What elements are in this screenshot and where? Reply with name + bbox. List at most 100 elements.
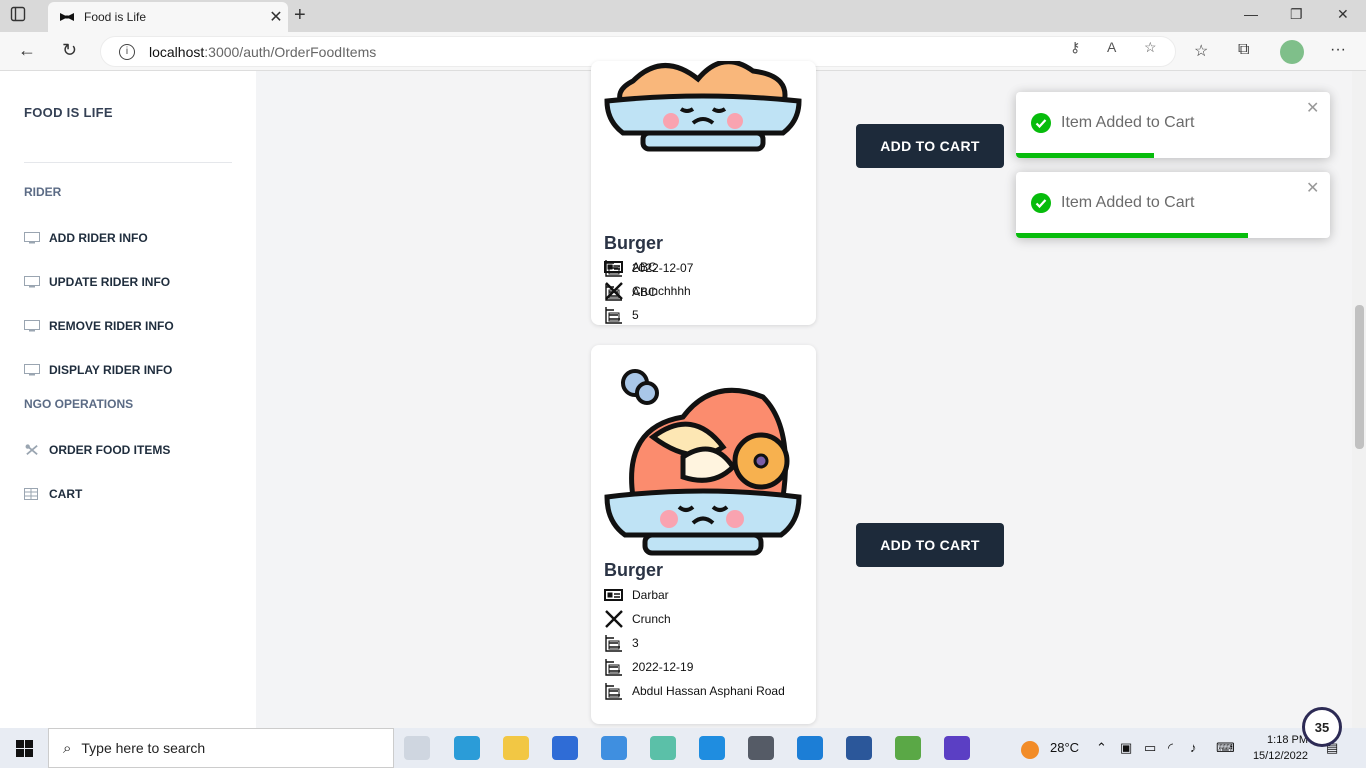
check-circle-icon (1031, 193, 1051, 213)
camera-icon[interactable]: ▣ (1120, 740, 1132, 756)
windows-start-icon[interactable] (16, 740, 33, 757)
list-icon (605, 260, 622, 277)
date-row: 2022-12-07 (604, 259, 693, 277)
monitor-icon (24, 364, 40, 376)
quantity-text: 3 (632, 636, 639, 650)
scrollbar-thumb[interactable] (1355, 305, 1364, 449)
monitor-icon (24, 232, 40, 244)
collections-icon[interactable]: ⧉ (1238, 41, 1249, 59)
sidebar-item-order-food[interactable]: ORDER FOOD ITEMS (24, 443, 170, 457)
sidebar: FOOD IS LIFE RIDER ADD RIDER INFO UPDATE… (0, 71, 256, 728)
site-info-icon[interactable]: i (119, 43, 135, 60)
file-explorer-icon[interactable] (503, 736, 529, 760)
description-row: Crunch (604, 610, 671, 628)
profile-avatar[interactable] (1280, 40, 1304, 64)
taskbar-search[interactable]: ⌕ Type here to search (48, 728, 394, 768)
sidebar-item-label: ORDER FOOD ITEMS (49, 443, 171, 457)
close-icon[interactable]: ✕ (1306, 178, 1319, 198)
search-icon: ⌕ (63, 739, 72, 757)
sidebar-item-remove-rider[interactable]: REMOVE RIDER INFO (24, 319, 174, 333)
add-favorite-icon[interactable]: ☆ (1144, 39, 1157, 56)
toast-notification[interactable]: Item Added to Cart ✕ (1016, 172, 1330, 238)
list-icon (605, 659, 622, 676)
close-icon[interactable]: ✕ (1306, 98, 1319, 118)
obs-icon[interactable] (748, 736, 774, 760)
sidebar-item-label: REMOVE RIDER INFO (49, 319, 174, 333)
sidebar-item-update-rider[interactable]: UPDATE RIDER INFO (24, 275, 170, 289)
description-text: Crunch (632, 612, 671, 626)
toast-progress-bar (1016, 233, 1249, 238)
taskbar-clock[interactable]: 1:18 PM 15/12/2022 (1248, 732, 1308, 764)
eclipse-icon[interactable] (944, 736, 970, 760)
monitor-icon (24, 276, 40, 288)
page-scrollbar[interactable] (1352, 71, 1366, 728)
brand-title[interactable]: FOOD IS LIFE (24, 105, 113, 120)
quantity-text: 5 (632, 308, 639, 322)
section-rider: RIDER (24, 185, 62, 199)
date-text: 2022-12-07 (632, 261, 694, 275)
quantity-row: 3 (604, 634, 639, 652)
weather-icon[interactable] (1020, 740, 1040, 763)
tools-icon (25, 444, 38, 455)
address-row: Abdul Hassan Asphani Road (604, 682, 785, 700)
close-window-icon[interactable]: ✕ (1337, 6, 1349, 23)
add-to-cart-button[interactable]: ADD TO CART (856, 124, 1004, 168)
quantity-row: 5 (604, 306, 639, 324)
close-tab-icon[interactable]: ✕ (264, 7, 288, 27)
url-host: localhost (149, 43, 205, 60)
windows-taskbar: ⌕ Type here to search 28°C ⌃ ▣ ▭ ◜ ♪ ⌨ 1… (0, 728, 1366, 768)
list-icon (605, 307, 622, 324)
edge-app-icon[interactable] (454, 736, 480, 760)
mail-icon[interactable] (601, 736, 627, 760)
more-options-icon[interactable]: ··· (1330, 41, 1346, 59)
page: FOOD IS LIFE RIDER ADD RIDER INFO UPDATE… (0, 61, 1366, 728)
key-icon[interactable]: ⚷ (1070, 39, 1080, 56)
section-ngo-operations: NGO OPERATIONS (24, 397, 134, 411)
toast-message: Item Added to Cart (1061, 194, 1195, 211)
word-icon[interactable] (846, 736, 872, 760)
task-view-icon[interactable] (404, 736, 430, 760)
back-icon[interactable]: ← (18, 40, 36, 61)
sidebar-item-label: ADD RIDER INFO (49, 231, 148, 245)
battery-icon[interactable]: ▭ (1144, 740, 1156, 756)
utensils-icon (605, 610, 623, 628)
springtool-icon[interactable] (895, 736, 921, 760)
list-icon (605, 635, 622, 652)
sidebar-item-add-rider[interactable]: ADD RIDER INFO (24, 231, 148, 245)
tab-title: Food is Life (84, 10, 147, 24)
refresh-icon[interactable]: ↻ (62, 40, 77, 61)
favorites-icon[interactable]: ☆ (1194, 41, 1208, 61)
provider-text: Darbar (632, 588, 669, 602)
store-icon[interactable] (552, 736, 578, 760)
atom-icon[interactable] (650, 736, 676, 760)
browser-tab[interactable]: Food is Life ✕ (48, 2, 288, 32)
read-aloud-icon[interactable]: A (1107, 39, 1116, 55)
toast-progress-bar (1016, 153, 1155, 158)
address-text: Abdul Hassan Asphani Road (632, 684, 785, 698)
weather-temp[interactable]: 28°C (1050, 740, 1079, 755)
volume-icon[interactable]: ♪ (1190, 740, 1197, 755)
date-text: 2022-12-19 (632, 660, 694, 674)
sidebar-divider (24, 162, 232, 163)
food-bowl-illustration (604, 369, 802, 556)
card-title: Burger (604, 233, 664, 253)
clock-date: 15/12/2022 (1252, 750, 1308, 762)
minimize-icon[interactable]: — (1244, 6, 1258, 22)
url-path: :3000/auth/OrderFoodItems (204, 43, 377, 60)
date-row: 2022-12-19 (604, 658, 693, 676)
new-tab-icon[interactable]: + (294, 4, 306, 27)
taskbar-search-placeholder: Type here to search (81, 740, 206, 756)
wifi-icon[interactable]: ◜ (1168, 740, 1173, 756)
restore-icon[interactable]: ❐ (1290, 6, 1303, 23)
sidebar-item-display-rider[interactable]: DISPLAY RIDER INFO (24, 363, 172, 377)
keyboard-icon[interactable]: ⌨ (1216, 740, 1235, 756)
tray-chevron-icon[interactable]: ⌃ (1096, 740, 1107, 756)
edge-active-icon[interactable] (699, 736, 725, 760)
content-panel (320, 71, 1352, 728)
toast-notification[interactable]: Item Added to Cart ✕ (1016, 92, 1330, 158)
sidebar-item-cart[interactable]: CART (24, 487, 82, 501)
vscode-icon[interactable] (797, 736, 823, 760)
notification-badge[interactable]: 35 (1302, 707, 1342, 747)
add-to-cart-button[interactable]: ADD TO CART (856, 523, 1004, 567)
tab-actions-icon[interactable] (10, 6, 26, 27)
